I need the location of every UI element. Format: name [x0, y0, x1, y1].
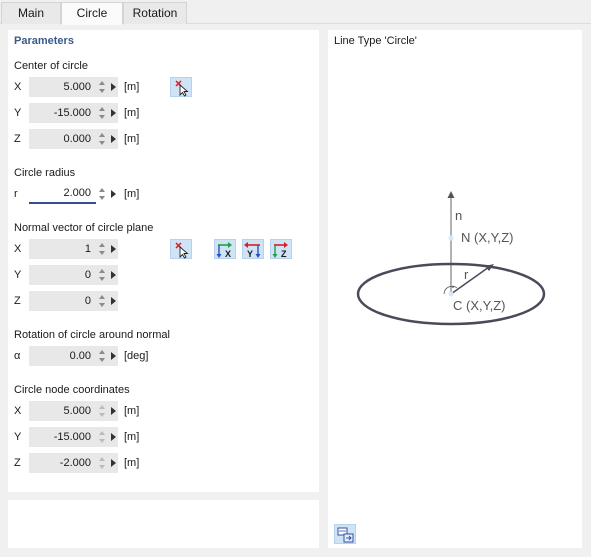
- center-x-label: X: [14, 81, 22, 93]
- center-y-label: Y: [14, 107, 22, 119]
- node-x-spinner: [96, 401, 108, 421]
- center-y-menu-arrow[interactable]: [108, 103, 118, 123]
- center-z-label: Z: [14, 133, 21, 145]
- preview-panel: Line Type 'Circle' n N (X,Y,Z) r C (X,Y,…: [328, 30, 582, 548]
- radius-spinner[interactable]: [96, 184, 108, 204]
- node-z-spinner: [96, 453, 108, 473]
- rotation-unit: [deg]: [124, 350, 149, 362]
- node-z-unit: [m]: [124, 457, 140, 469]
- tab-main[interactable]: Main: [1, 2, 61, 24]
- pick-point-icon: [175, 242, 189, 259]
- radius-unit: [m]: [124, 188, 140, 200]
- center-z-input[interactable]: 0.000: [29, 129, 96, 149]
- rotation-spinner[interactable]: [96, 346, 108, 366]
- center-z-spinner[interactable]: [96, 129, 108, 149]
- center-x-menu-arrow[interactable]: [108, 77, 118, 97]
- parameters-panel: Parameters Center of circle X 5.000 [m] …: [8, 30, 319, 492]
- preview-settings-icon: [337, 527, 354, 543]
- svg-text:X: X: [225, 249, 231, 259]
- point-n-label: N (X,Y,Z): [461, 230, 514, 245]
- normal-x-input[interactable]: 1: [29, 239, 96, 259]
- pick-normal-button[interactable]: [170, 239, 192, 259]
- rotation-input[interactable]: 0.00: [29, 346, 96, 366]
- circle-diagram: [356, 191, 546, 326]
- center-of-circle-label: Center of circle: [14, 60, 88, 72]
- axis-z-icon: Z: [272, 242, 288, 259]
- preview-settings-button[interactable]: [334, 524, 356, 544]
- radius-menu-arrow[interactable]: [108, 184, 118, 204]
- tab-rotation[interactable]: Rotation: [123, 2, 187, 24]
- center-y-input[interactable]: -15.000: [29, 103, 96, 123]
- node-x-unit: [m]: [124, 405, 140, 417]
- node-y-label: Y: [14, 431, 22, 443]
- node-z-menu-arrow[interactable]: [108, 453, 118, 473]
- normal-n-label: n: [455, 208, 463, 223]
- normal-z-spinner[interactable]: [96, 291, 108, 311]
- node-y-spinner: [96, 427, 108, 447]
- radius-input[interactable]: 2.000: [29, 184, 96, 204]
- normal-z-label: Z: [14, 295, 21, 307]
- center-y-unit: [m]: [124, 107, 140, 119]
- normal-axis-z-button[interactable]: Z: [270, 239, 292, 259]
- point-c-label: C (X,Y,Z): [453, 298, 506, 313]
- node-y-value: -15.000: [29, 427, 96, 447]
- normal-axis-y-button[interactable]: Y: [242, 239, 264, 259]
- node-y-unit: [m]: [124, 431, 140, 443]
- radius-r-diagram-label: r: [464, 267, 469, 282]
- normal-vector-label: Normal vector of circle plane: [14, 222, 154, 234]
- svg-text:Y: Y: [247, 249, 253, 259]
- normal-y-spinner[interactable]: [96, 265, 108, 285]
- svg-text:Z: Z: [281, 249, 287, 259]
- pick-center-button[interactable]: [170, 77, 192, 97]
- radius-r-label: r: [14, 188, 18, 200]
- normal-z-input[interactable]: 0: [29, 291, 96, 311]
- node-z-value: -2.000: [29, 453, 96, 473]
- axis-x-icon: X: [216, 242, 232, 259]
- center-z-unit: [m]: [124, 133, 140, 145]
- normal-x-menu-arrow[interactable]: [108, 239, 118, 259]
- center-x-spinner[interactable]: [96, 77, 108, 97]
- tab-bar: Main Circle Rotation: [0, 0, 591, 25]
- normal-x-spinner[interactable]: [96, 239, 108, 259]
- center-y-spinner[interactable]: [96, 103, 108, 123]
- comment-panel[interactable]: [8, 500, 319, 548]
- circle-radius-label: Circle radius: [14, 167, 76, 179]
- tab-circle[interactable]: Circle: [61, 2, 123, 25]
- normal-x-label: X: [14, 243, 22, 255]
- normal-y-label: Y: [14, 269, 22, 281]
- parameters-title: Parameters: [14, 35, 74, 47]
- node-z-label: Z: [14, 457, 21, 469]
- normal-y-input[interactable]: 0: [29, 265, 96, 285]
- center-x-input[interactable]: 5.000: [29, 77, 96, 97]
- axis-y-icon: Y: [244, 242, 261, 259]
- node-x-label: X: [14, 405, 22, 417]
- node-x-value: 5.000: [29, 401, 96, 421]
- pick-point-icon: [175, 80, 189, 97]
- rotation-menu-arrow[interactable]: [108, 346, 118, 366]
- center-x-unit: [m]: [124, 81, 140, 93]
- node-coordinates-label: Circle node coordinates: [14, 384, 130, 396]
- rotation-label: Rotation of circle around normal: [14, 329, 170, 341]
- normal-axis-x-button[interactable]: X: [214, 239, 236, 259]
- normal-z-menu-arrow[interactable]: [108, 291, 118, 311]
- normal-y-menu-arrow[interactable]: [108, 265, 118, 285]
- node-y-menu-arrow[interactable]: [108, 427, 118, 447]
- node-x-menu-arrow[interactable]: [108, 401, 118, 421]
- rotation-alpha-label: α: [14, 350, 21, 362]
- center-z-menu-arrow[interactable]: [108, 129, 118, 149]
